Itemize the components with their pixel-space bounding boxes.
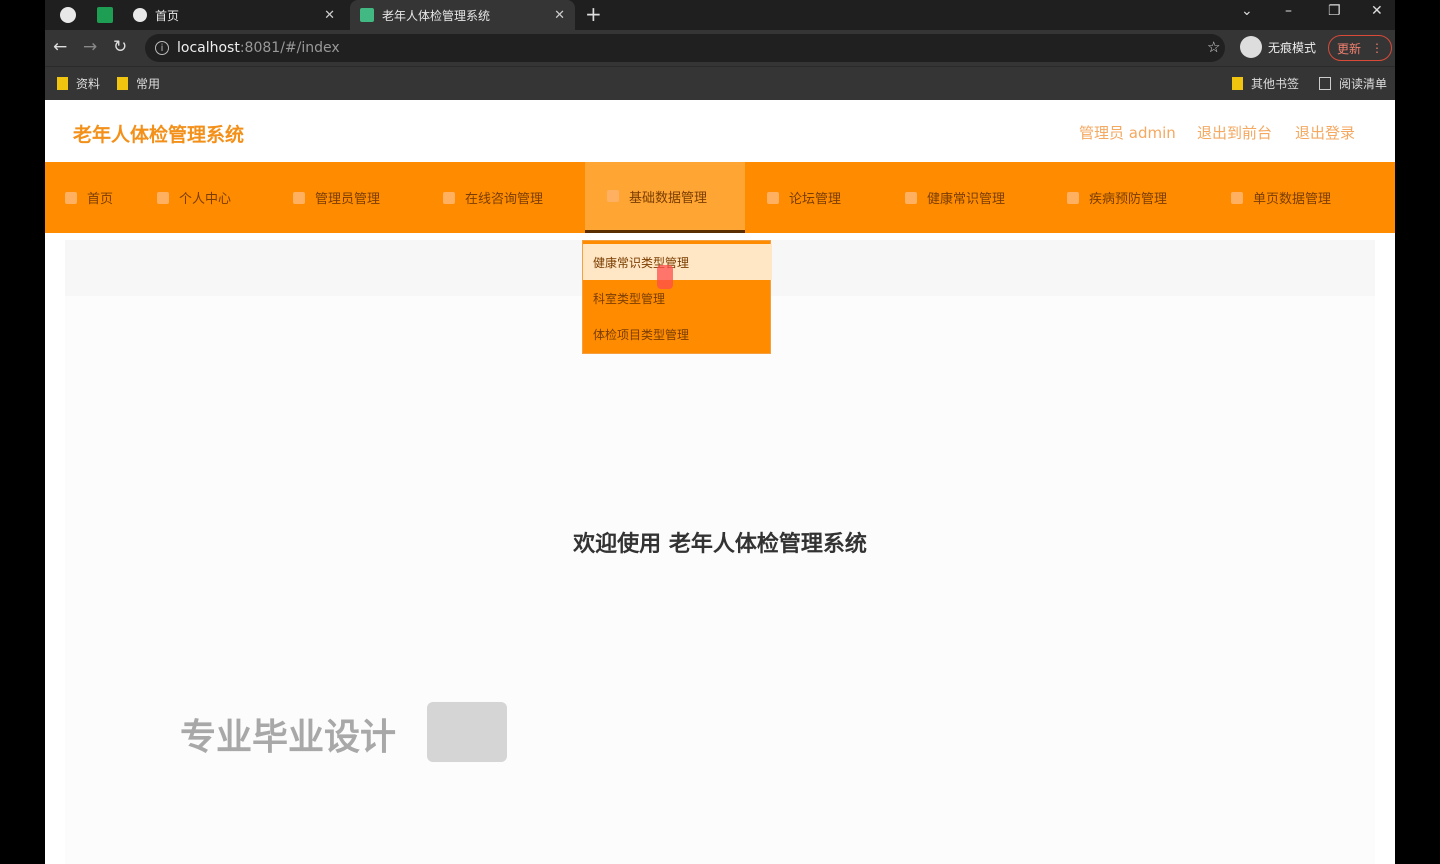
menu-label: 健康常识管理	[927, 192, 1006, 207]
globe-icon[interactable]	[60, 7, 76, 23]
menu-label: 管理员管理	[315, 192, 381, 207]
close-window-icon[interactable]: ✕	[1371, 3, 1383, 19]
site-header: 老年人体检管理系统 管理员 admin 退出到前台 退出登录	[45, 100, 1395, 162]
reload-icon[interactable]: ↻	[113, 37, 127, 57]
minimize-icon[interactable]: –	[1285, 3, 1292, 19]
shield-icon	[1067, 191, 1079, 204]
bookmark-label: 常用	[136, 77, 161, 91]
menu-item-consult[interactable]: 在线咨询管理	[443, 162, 583, 233]
base-data-dropdown: 健康常识类型管理 科室类型管理 体检项目类型管理	[582, 240, 772, 354]
user-icon	[157, 191, 169, 204]
star-icon[interactable]: ☆	[1207, 38, 1220, 56]
menu-item-disease-prevention[interactable]: 疾病预防管理	[1067, 162, 1207, 233]
update-button[interactable]: 更新 ⋮	[1328, 35, 1392, 61]
database-icon	[607, 190, 619, 202]
menu-item-admin[interactable]: 管理员管理	[293, 162, 423, 233]
tab-bar: 首页 ✕ 老年人体检管理系统 ✕ + ⌄ – ❐ ✕	[45, 0, 1395, 30]
pinned-tab-icon[interactable]	[97, 7, 113, 23]
bookmarks-bar: 资料 常用 其他书签 阅读清单	[45, 66, 1395, 100]
chat-icon	[443, 191, 455, 204]
menu-label: 单页数据管理	[1253, 192, 1332, 207]
menu-item-single-page[interactable]: 单页数据管理	[1231, 162, 1381, 233]
bookmark-folder[interactable]: 资料	[57, 75, 100, 92]
logout-link[interactable]: 退出登录	[1295, 122, 1355, 143]
reading-list[interactable]: 阅读清单	[1319, 75, 1387, 92]
admin-icon	[293, 191, 305, 204]
mouse-cursor-icon	[657, 265, 673, 289]
submenu-label: 体检项目类型管理	[593, 327, 690, 342]
main-menu: 首页 个人中心 管理员管理 在线咨询管理 基础数据管理 论坛管理 健康常识管理 …	[45, 162, 1395, 233]
bookmark-folder[interactable]: 其他书签	[1232, 75, 1299, 92]
incognito-icon	[1240, 36, 1262, 58]
close-icon[interactable]: ✕	[324, 8, 335, 23]
address-bar: ← → ↻ i localhost :8081/#/index ☆ 无痕模式 更…	[45, 30, 1395, 66]
menu-label: 基础数据管理	[629, 190, 708, 206]
bookmark-label: 阅读清单	[1339, 77, 1388, 91]
exit-to-front-link[interactable]: 退出到前台	[1197, 122, 1272, 143]
menu-label: 疾病预防管理	[1089, 192, 1168, 207]
back-icon[interactable]: ←	[53, 37, 67, 57]
watermark-text: 专业毕业设计	[180, 717, 397, 758]
folder-icon	[1232, 77, 1243, 90]
more-icon: ⋮	[1371, 41, 1383, 55]
submenu-label: 健康常识类型管理	[593, 255, 690, 270]
update-label: 更新	[1336, 41, 1361, 56]
tab-label: 老年人体检管理系统	[382, 8, 491, 23]
submenu-item-health-type[interactable]: 健康常识类型管理	[583, 244, 772, 280]
menu-label: 论坛管理	[789, 192, 842, 207]
welcome-text: 欢迎使用 老年人体检管理系统	[573, 532, 867, 557]
new-tab-icon[interactable]: +	[585, 2, 602, 26]
submenu-item-exam-type[interactable]: 体检项目类型管理	[583, 316, 772, 352]
folder-icon	[57, 77, 68, 90]
user-label: 管理员 admin	[1079, 124, 1176, 142]
submenu-label: 科室类型管理	[593, 291, 666, 306]
menu-item-forum[interactable]: 论坛管理	[767, 162, 877, 233]
tab-home[interactable]: 首页 ✕	[125, 0, 345, 30]
bookmark-folder[interactable]: 常用	[117, 75, 160, 92]
url-field[interactable]: i localhost :8081/#/index	[145, 34, 1225, 62]
tab-search-icon[interactable]: ⌄	[1241, 3, 1253, 19]
blurred-region	[427, 702, 507, 762]
menu-label: 个人中心	[179, 192, 232, 207]
bookmark-label: 资料	[76, 77, 101, 91]
forum-icon	[767, 191, 779, 204]
menu-label: 首页	[87, 192, 114, 207]
url-path: :8081/#/index	[239, 40, 340, 56]
browser-window: 首页 ✕ 老年人体检管理系统 ✕ + ⌄ – ❐ ✕ ← → ↻ i local…	[45, 0, 1395, 864]
tab-system[interactable]: 老年人体检管理系统 ✕	[350, 0, 575, 30]
incognito-indicator[interactable]: 无痕模式	[1240, 36, 1316, 58]
menu-item-health-knowledge[interactable]: 健康常识管理	[905, 162, 1045, 233]
info-icon[interactable]: i	[155, 41, 169, 55]
folder-icon	[117, 77, 128, 90]
bookmark-label: 其他书签	[1251, 77, 1300, 91]
page-icon	[1231, 191, 1243, 204]
site-title: 老年人体检管理系统	[73, 124, 245, 146]
close-icon[interactable]: ✕	[554, 8, 565, 23]
menu-item-home[interactable]: 首页	[65, 162, 145, 233]
menu-item-profile[interactable]: 个人中心	[157, 162, 267, 233]
tab-label: 首页	[155, 8, 180, 23]
vue-icon	[360, 8, 374, 22]
reading-list-icon	[1319, 77, 1331, 90]
restore-icon[interactable]: ❐	[1328, 3, 1341, 19]
menu-label: 在线咨询管理	[465, 192, 544, 207]
submenu-item-department-type[interactable]: 科室类型管理	[583, 280, 772, 316]
url-host: localhost	[177, 40, 240, 56]
book-icon	[905, 191, 917, 204]
globe-icon	[133, 8, 147, 22]
menu-item-base-data[interactable]: 基础数据管理	[585, 162, 745, 233]
forward-icon[interactable]: →	[83, 37, 97, 57]
home-icon	[65, 191, 77, 204]
incognito-label: 无痕模式	[1268, 40, 1317, 55]
